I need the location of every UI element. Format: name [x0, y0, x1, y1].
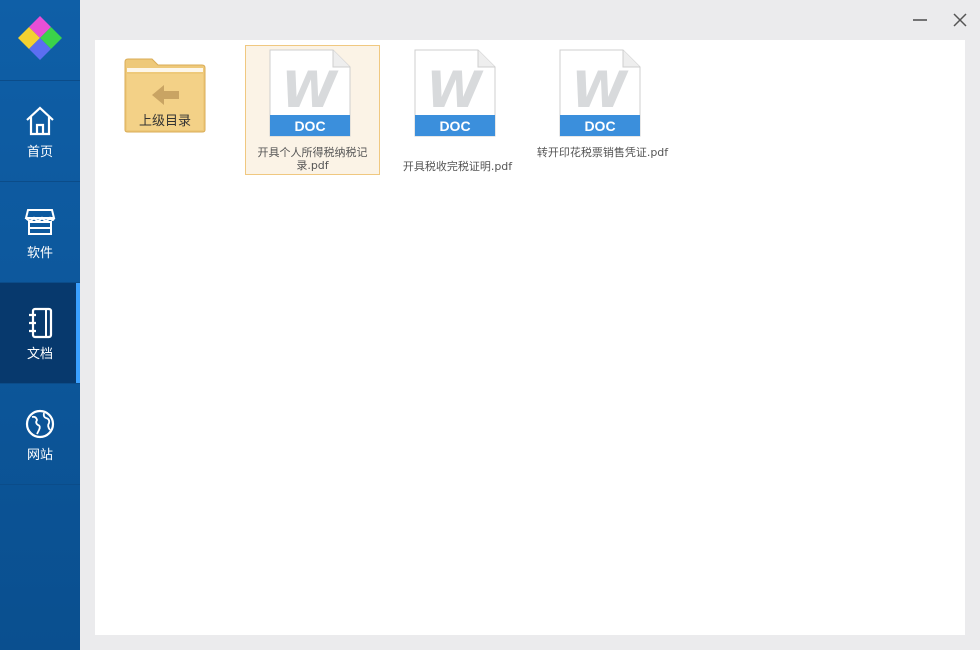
sidebar-item-label: 首页 [26, 145, 53, 160]
svg-text:DOC: DOC [584, 118, 615, 134]
svg-text:W: W [426, 61, 484, 119]
file-browser: 上级目录 W DOC 开具个人所得税纳税记录.pdf W DOC 开具税收完税证… [95, 40, 965, 635]
sidebar-item-label: 文档 [26, 347, 53, 362]
file-tile[interactable]: W DOC 转开印花税票销售凭证.pdf [535, 45, 670, 175]
folder-back-icon: 上级目录 [124, 58, 206, 133]
minimize-icon [913, 19, 927, 21]
close-button[interactable] [950, 10, 970, 30]
file-name: 开具税收完税证明.pdf [402, 160, 513, 173]
store-icon [24, 209, 56, 235]
notebook-icon [29, 307, 53, 339]
sidebar-item-home[interactable]: 首页 [0, 81, 80, 182]
sidebar-item-label: 网站 [26, 448, 53, 463]
svg-text:W: W [281, 61, 339, 119]
parent-directory-label: 上级目录 [138, 114, 191, 129]
doc-file-icon: W DOC [414, 49, 496, 137]
sidebar-item-software[interactable]: 软件 [0, 182, 80, 283]
file-name: 转开印花税票销售凭证.pdf [536, 146, 669, 159]
file-name: 开具个人所得税纳税记录.pdf [257, 146, 368, 172]
svg-text:DOC: DOC [439, 118, 470, 134]
sidebar: 首页 软件 文档 网站 [0, 0, 80, 650]
app-logo [0, 0, 80, 81]
sidebar-item-documents[interactable]: 文档 [0, 283, 80, 384]
sidebar-item-label: 软件 [26, 246, 53, 261]
svg-text:W: W [571, 61, 629, 119]
sidebar-item-websites[interactable]: 网站 [0, 384, 80, 485]
minimize-button[interactable] [910, 10, 930, 30]
svg-text:DOC: DOC [294, 118, 325, 134]
parent-directory-tile[interactable]: 上级目录 [95, 45, 230, 175]
doc-file-icon: W DOC [269, 49, 351, 137]
close-icon [953, 13, 967, 27]
globe-icon [25, 409, 55, 439]
file-tile[interactable]: W DOC 开具税收完税证明.pdf [390, 45, 525, 175]
doc-file-icon: W DOC [559, 49, 641, 137]
logo-icon [18, 16, 62, 60]
file-tile[interactable]: W DOC 开具个人所得税纳税记录.pdf [245, 45, 380, 175]
home-icon [26, 106, 54, 136]
